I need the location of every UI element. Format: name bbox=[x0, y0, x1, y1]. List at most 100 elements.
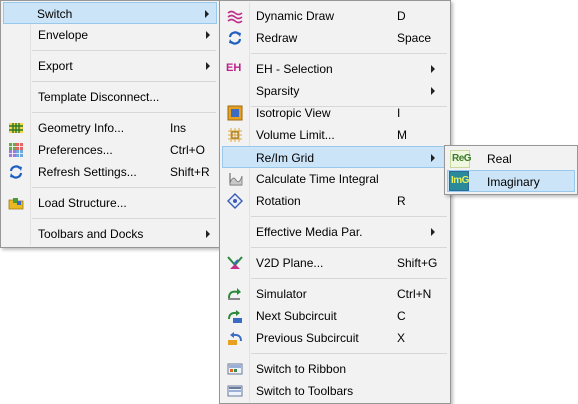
refresh-icon bbox=[9, 165, 23, 179]
menu-separator bbox=[32, 50, 216, 51]
submenu-arrow-icon bbox=[431, 154, 435, 162]
menu-item-label: Switch to Toolbars bbox=[256, 384, 354, 398]
menu-item-label: Dynamic Draw bbox=[256, 9, 335, 23]
menu-item-preferences[interactable]: Preferences... Ctrl+O bbox=[3, 139, 217, 161]
menu-item-label: Imaginary bbox=[487, 175, 540, 189]
menu-item-imaginary[interactable]: ImG Imaginary bbox=[447, 170, 575, 192]
menu-item-previous-subcircuit[interactable]: Previous Subcircuit X bbox=[222, 327, 448, 349]
menu-item-label: Geometry Info... bbox=[38, 121, 125, 135]
menu-item-dynamic-draw[interactable]: Dynamic Draw D bbox=[222, 5, 448, 27]
menu-item-shortcut: Shift+R bbox=[170, 165, 210, 179]
menu-item-simulator[interactable]: Simulator Ctrl+N bbox=[222, 283, 448, 305]
menu-separator bbox=[32, 218, 216, 219]
menu-item-label: Switch to Ribbon bbox=[256, 362, 347, 376]
geometry-grid-icon bbox=[9, 123, 23, 133]
menu-item-label: Preferences... bbox=[38, 143, 113, 157]
menu-item-label: Sparsity bbox=[256, 84, 300, 98]
menu-item-template-disconnect[interactable]: Template Disconnect... bbox=[3, 86, 217, 108]
real-grid-icon-text: ReG bbox=[452, 153, 472, 164]
rotation-icon bbox=[227, 193, 243, 209]
menu-item-label: Toolbars and Docks bbox=[38, 227, 144, 241]
menu-item-redraw[interactable]: Redraw Space bbox=[222, 27, 448, 49]
menu-item-shortcut: C bbox=[397, 309, 406, 323]
menu-item-label: Calculate Time Integral bbox=[256, 172, 379, 186]
menu-item-next-subcircuit[interactable]: Next Subcircuit C bbox=[222, 305, 448, 327]
preferences-icon bbox=[9, 143, 23, 157]
dynamic-draw-icon bbox=[227, 10, 243, 24]
submenu-arrow-icon bbox=[431, 65, 435, 73]
menu-item-label: Previous Subcircuit bbox=[256, 331, 359, 345]
menu-item-calculate-time-integral[interactable]: Calculate Time Integral bbox=[222, 168, 448, 190]
menu-item-shortcut: Space bbox=[397, 31, 432, 45]
menu-separator bbox=[251, 353, 447, 354]
menu-item-shortcut: Shift+G bbox=[397, 256, 438, 270]
menu-item-switch-to-ribbon[interactable]: Switch to Ribbon bbox=[222, 358, 448, 380]
menu-item-label: EH - Selection bbox=[256, 62, 333, 76]
menu-item-isotropic-view[interactable]: Isotropic View I bbox=[222, 102, 448, 124]
redraw-icon bbox=[228, 31, 242, 45]
simulator-icon bbox=[228, 288, 241, 300]
submenu-arrow-icon bbox=[206, 31, 210, 39]
menu-item-sparsity[interactable]: Sparsity bbox=[222, 80, 448, 102]
menu-item-v2d-plane[interactable]: V2D Plane... Shift+G bbox=[222, 252, 448, 274]
menu-item-label: Volume Limit... bbox=[256, 128, 335, 142]
menu-item-shortcut: I bbox=[397, 106, 401, 120]
menu-item-label: Template Disconnect... bbox=[38, 90, 160, 104]
menu-item-switch[interactable]: Switch bbox=[3, 2, 217, 24]
menu-item-label: Switch bbox=[37, 7, 73, 21]
menu-item-refresh-settings[interactable]: Refresh Settings... Shift+R bbox=[3, 161, 217, 183]
menu-item-label: Redraw bbox=[256, 31, 298, 45]
menu-item-label: Envelope bbox=[38, 28, 89, 42]
menu-item-shortcut: R bbox=[397, 194, 406, 208]
menu-item-effective-media-par[interactable]: Effective Media Par. bbox=[222, 221, 448, 243]
menu-item-real[interactable]: ReG Real bbox=[447, 148, 575, 170]
imaginary-grid-icon-text: ImG bbox=[451, 175, 469, 186]
next-subcircuit-icon bbox=[228, 310, 242, 323]
menu-item-load-structure[interactable]: Load Structure... bbox=[3, 192, 217, 214]
menu-separator bbox=[251, 247, 447, 248]
menu-item-switch-to-toolbars[interactable]: Switch to Toolbars bbox=[222, 380, 448, 402]
menu-item-shortcut: Ctrl+N bbox=[397, 287, 432, 301]
menu-separator bbox=[251, 278, 447, 279]
menu-item-label: Real bbox=[487, 152, 512, 166]
menu-item-geometry-info[interactable]: Geometry Info... Ins bbox=[3, 117, 217, 139]
menu-item-label: Simulator bbox=[256, 287, 307, 301]
menu-item-label: Load Structure... bbox=[38, 196, 127, 210]
menu-item-volume-limit[interactable]: Volume Limit... M bbox=[222, 124, 448, 146]
submenu-arrow-icon bbox=[205, 10, 209, 18]
menu-item-re-im-grid[interactable]: Re/Im Grid bbox=[222, 146, 448, 168]
menu-item-export[interactable]: Export bbox=[3, 55, 217, 77]
submenu-arrow-icon bbox=[206, 230, 210, 238]
menu-item-label: Next Subcircuit bbox=[256, 309, 337, 323]
submenu-arrow-icon bbox=[431, 228, 435, 236]
menu-item-envelope[interactable]: Envelope bbox=[3, 24, 217, 46]
previous-subcircuit-icon bbox=[228, 332, 242, 345]
menu-item-label: V2D Plane... bbox=[256, 256, 324, 270]
menu-item-label: Refresh Settings... bbox=[38, 165, 137, 179]
v2d-plane-icon bbox=[227, 256, 243, 269]
menu-item-shortcut: Ctrl+O bbox=[170, 143, 206, 157]
eh-selection-icon: EH bbox=[226, 62, 242, 74]
menu-separator bbox=[32, 81, 216, 82]
load-structure-icon bbox=[8, 198, 24, 210]
menu-item-toolbars-and-docks[interactable]: Toolbars and Docks bbox=[3, 223, 217, 245]
menu-item-shortcut: M bbox=[397, 128, 407, 142]
ribbon-icon bbox=[227, 363, 243, 375]
menu-separator bbox=[32, 187, 216, 188]
menu-separator bbox=[32, 112, 216, 113]
menu-item-shortcut: Ins bbox=[170, 121, 187, 135]
menu-item-label: Isotropic View bbox=[256, 106, 331, 120]
volume-limit-icon bbox=[228, 128, 242, 142]
menu-item-label: Effective Media Par. bbox=[256, 225, 363, 239]
menu-item-label: Re/Im Grid bbox=[256, 151, 315, 165]
menu-item-label: Rotation bbox=[256, 194, 301, 208]
menu-item-rotation[interactable]: Rotation R bbox=[222, 190, 448, 212]
toolbars-icon bbox=[227, 385, 243, 397]
isotropic-view-icon bbox=[227, 105, 243, 121]
menu-item-label: Export bbox=[38, 59, 73, 73]
menu-separator bbox=[251, 216, 447, 217]
submenu-arrow-icon bbox=[431, 87, 435, 95]
menu-item-eh-selection[interactable]: EH EH - Selection bbox=[222, 58, 448, 80]
submenu-arrow-icon bbox=[206, 62, 210, 70]
re-im-grid-submenu: ReG Real ImG Imaginary bbox=[444, 145, 578, 195]
